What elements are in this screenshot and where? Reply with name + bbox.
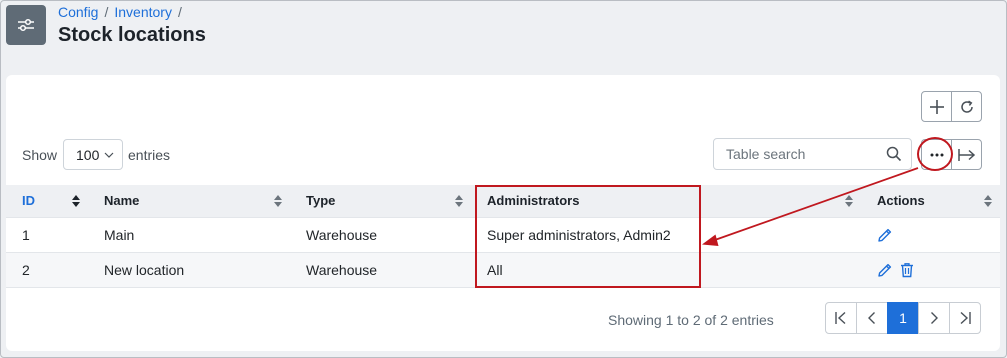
- entries-select-value: 100: [76, 146, 100, 163]
- next-page-button[interactable]: [918, 302, 950, 334]
- annotation-highlight-circle: [917, 137, 953, 171]
- cell-actions: [861, 251, 1000, 288]
- refresh-icon: [960, 100, 973, 113]
- table-info: Showing 1 to 2 of 2 entries: [608, 312, 774, 328]
- refresh-button[interactable]: [951, 91, 982, 122]
- chevron-left-icon: [868, 312, 875, 324]
- breadcrumb-config[interactable]: Config: [58, 4, 98, 20]
- sort-icon: [72, 195, 80, 207]
- entries-select[interactable]: 100: [63, 139, 123, 170]
- column-header-label: Name: [104, 193, 140, 209]
- first-page-button[interactable]: [825, 302, 857, 334]
- last-page-icon: [960, 311, 971, 325]
- cell-actions: [861, 216, 1000, 252]
- edit-icon[interactable]: [877, 227, 893, 243]
- annotation-highlight-box: [475, 185, 701, 288]
- column-header-name[interactable]: Name: [88, 185, 290, 217]
- breadcrumb: Config / Inventory /: [58, 4, 182, 20]
- chevron-right-icon: [931, 312, 938, 324]
- page-button[interactable]: 1: [887, 302, 919, 334]
- pagination: 1: [825, 302, 981, 334]
- sliders-icon: [6, 5, 46, 45]
- sort-icon: [984, 195, 992, 207]
- table-search: [713, 138, 912, 170]
- sort-icon: [845, 195, 853, 207]
- add-button[interactable]: [921, 91, 952, 122]
- last-page-button[interactable]: [949, 302, 981, 334]
- search-input[interactable]: [714, 139, 874, 169]
- plus-icon: [929, 99, 944, 114]
- cell-type: Warehouse: [290, 216, 471, 252]
- search-icon: [886, 146, 902, 162]
- sort-icon: [455, 195, 463, 207]
- breadcrumb-separator: /: [177, 4, 182, 20]
- export-button[interactable]: [951, 139, 982, 170]
- sort-icon: [274, 195, 282, 207]
- first-page-icon: [835, 311, 846, 325]
- chevron-down-icon: [104, 152, 114, 158]
- arrow-to-right-icon: [957, 148, 975, 161]
- cell-id: 2: [6, 251, 88, 288]
- column-header-label: ID: [22, 193, 35, 209]
- previous-page-button[interactable]: [856, 302, 888, 334]
- column-header-label: Actions: [877, 193, 925, 209]
- column-header-label: Type: [306, 193, 336, 209]
- page-title: Stock locations: [58, 24, 206, 46]
- cell-name: Main: [88, 216, 290, 252]
- cell-name: New location: [88, 251, 290, 288]
- column-header-type[interactable]: Type: [290, 185, 471, 217]
- delete-icon[interactable]: [899, 262, 915, 278]
- cell-type: Warehouse: [290, 251, 471, 288]
- breadcrumb-separator: /: [104, 4, 109, 20]
- column-header-actions[interactable]: Actions: [861, 185, 1000, 217]
- show-label: Show: [22, 147, 58, 163]
- column-header-id[interactable]: ID: [6, 185, 88, 217]
- cell-id: 1: [6, 216, 88, 252]
- entries-label: entries: [128, 147, 171, 163]
- edit-icon[interactable]: [877, 262, 893, 278]
- breadcrumb-inventory[interactable]: Inventory: [114, 4, 172, 20]
